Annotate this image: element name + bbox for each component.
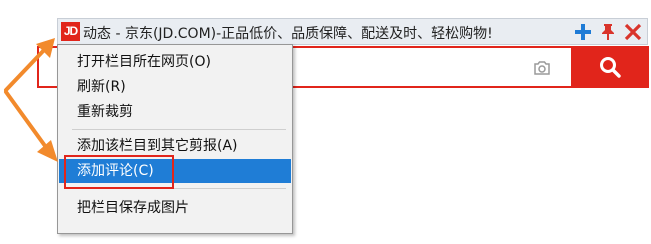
menu-item-recrop[interactable]: 重新裁剪 (59, 100, 291, 124)
highlight-box (64, 155, 174, 189)
search-button[interactable] (571, 46, 649, 88)
jd-logo: JD (61, 22, 80, 41)
menu-item-save-as-image[interactable]: 把栏目保存成图片 (59, 196, 291, 220)
menu-item-refresh[interactable]: 刷新(R) (59, 75, 291, 99)
add-icon[interactable] (573, 22, 593, 42)
close-icon[interactable] (623, 22, 643, 42)
clip-title: 动态 - 京东(JD.COM)-正品低价、品质保障、配送及时、轻松购物! (83, 26, 493, 42)
menu-item-open-webpage[interactable]: 打开栏目所在网页(O) (59, 50, 291, 74)
search-icon (600, 57, 621, 78)
camera-icon[interactable] (533, 60, 551, 76)
context-menu: 打开栏目所在网页(O) 刷新(R) 重新裁剪 添加该栏目到其它剪报(A) 添加评… (57, 44, 293, 234)
clip-titlebar: JD 动态 - 京东(JD.COM)-正品低价、品质保障、配送及时、轻松购物! (57, 18, 648, 45)
pin-icon[interactable] (598, 22, 618, 42)
menu-divider (72, 129, 286, 130)
